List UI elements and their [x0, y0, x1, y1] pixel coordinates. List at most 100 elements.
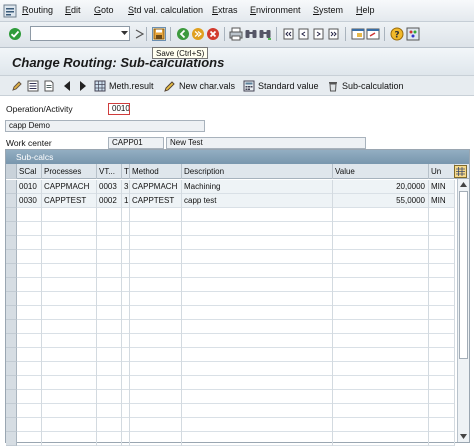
table-row[interactable]	[17, 222, 455, 236]
row-selector[interactable]	[6, 278, 17, 292]
menu-environment[interactable]: Environment	[250, 5, 301, 15]
table-row[interactable]	[17, 306, 455, 320]
row-selector[interactable]	[6, 376, 17, 390]
row-selector[interactable]	[6, 418, 17, 432]
print-icon[interactable]	[229, 27, 243, 41]
cell-un[interactable]: MIN	[429, 180, 455, 194]
pencil-edit-icon[interactable]	[11, 80, 23, 92]
next-page-icon[interactable]	[312, 27, 326, 41]
back-icon[interactable]	[176, 27, 190, 41]
table-row[interactable]	[17, 376, 455, 390]
column-header-processes[interactable]: Processes	[42, 164, 97, 179]
menu-std-val-calculation[interactable]: Std val. calculation	[128, 5, 203, 15]
row-selector[interactable]	[6, 404, 17, 418]
overview-icon[interactable]	[27, 80, 39, 92]
row-selector[interactable]	[6, 208, 17, 222]
find-icon[interactable]	[244, 27, 258, 41]
table-row[interactable]	[17, 264, 455, 278]
row-selector[interactable]	[6, 222, 17, 236]
exit-icon[interactable]	[191, 27, 205, 41]
cell-method[interactable]: CAPPTEST	[130, 194, 182, 208]
command-field[interactable]	[30, 26, 122, 41]
cell-processes[interactable]: CAPPMACH	[42, 180, 97, 194]
cell-scal[interactable]: 0010	[17, 180, 42, 194]
table-row[interactable]	[17, 348, 455, 362]
cell-vt[interactable]: 0002	[97, 194, 122, 208]
previous-page-icon[interactable]	[297, 27, 311, 41]
cell-description[interactable]: Machining	[182, 180, 333, 194]
document-icon[interactable]	[43, 80, 55, 92]
row-selector[interactable]	[6, 194, 17, 208]
table-row[interactable]	[17, 278, 455, 292]
cell-value[interactable]: 55,0000	[333, 194, 429, 208]
row-selector[interactable]	[6, 292, 17, 306]
row-selector[interactable]	[6, 180, 17, 194]
table-row[interactable]	[17, 362, 455, 376]
cell-value[interactable]: 20,0000	[333, 180, 429, 194]
cell-method[interactable]: CAPPMACH	[130, 180, 182, 194]
save-icon[interactable]	[152, 27, 166, 41]
table-row[interactable]	[17, 390, 455, 404]
column-header-scal[interactable]: SCal	[17, 164, 42, 179]
row-selector[interactable]	[6, 250, 17, 264]
enter-check-icon[interactable]	[8, 27, 22, 41]
table-row[interactable]	[17, 334, 455, 348]
cell-description[interactable]: capp test	[182, 194, 333, 208]
first-page-icon[interactable]	[282, 27, 296, 41]
command-arrow-icon[interactable]	[133, 27, 147, 41]
table-row[interactable]	[17, 250, 455, 264]
cell-un[interactable]: MIN	[429, 194, 455, 208]
row-selector[interactable]	[6, 334, 17, 348]
table-row[interactable]	[17, 418, 455, 432]
vertical-scrollbar[interactable]	[457, 179, 469, 442]
customize-layout-icon[interactable]	[406, 27, 420, 41]
sap-window-icon[interactable]	[3, 4, 17, 18]
row-selector[interactable]	[6, 236, 17, 250]
menu-routing[interactable]: Routing	[22, 5, 53, 15]
command-field-dropdown[interactable]	[120, 26, 130, 41]
scroll-down-icon[interactable]	[458, 431, 469, 442]
select-all-cell[interactable]	[6, 164, 17, 179]
standard-value-button[interactable]: Standard value	[243, 79, 319, 93]
column-header-description[interactable]: Description	[182, 164, 333, 179]
menu-extras[interactable]: Extras	[212, 5, 238, 15]
column-header-method[interactable]: Method	[130, 164, 182, 179]
cell-vt[interactable]: 0003	[97, 180, 122, 194]
row-selector[interactable]	[6, 264, 17, 278]
row-selector[interactable]	[6, 362, 17, 376]
row-selector[interactable]	[6, 306, 17, 320]
help-icon[interactable]: ?	[390, 27, 404, 41]
cell-t[interactable]: 1	[122, 194, 130, 208]
shortcut-icon[interactable]	[366, 27, 380, 41]
sub-calculation-button[interactable]: Sub-calculation	[327, 79, 404, 93]
table-row[interactable]	[17, 320, 455, 334]
table-settings-icon[interactable]	[454, 165, 467, 178]
menu-system[interactable]: System	[313, 5, 343, 15]
table-row[interactable]	[17, 236, 455, 250]
menu-goto[interactable]: Goto	[94, 5, 114, 15]
menu-help[interactable]: Help	[356, 5, 375, 15]
table-row[interactable]	[17, 404, 455, 418]
cancel-icon[interactable]	[206, 27, 220, 41]
column-header-t[interactable]: T	[122, 164, 130, 179]
cell-t[interactable]: 3	[122, 180, 130, 194]
menu-edit[interactable]: Edit	[65, 5, 81, 15]
table-row[interactable]	[17, 208, 455, 222]
row-selector[interactable]	[6, 320, 17, 334]
row-selector[interactable]	[6, 348, 17, 362]
table-row[interactable]: 0030 CAPPTEST 0002 1 CAPPTEST capp test 55,000…	[17, 194, 455, 208]
scroll-up-icon[interactable]	[458, 179, 469, 190]
cell-processes[interactable]: CAPPTEST	[42, 194, 97, 208]
column-header-value[interactable]: Value	[333, 164, 429, 179]
row-selector[interactable]	[6, 390, 17, 404]
create-session-icon[interactable]	[351, 27, 365, 41]
previous-arrow-icon[interactable]	[61, 80, 73, 92]
column-header-un[interactable]: Un	[429, 164, 455, 179]
meth-result-button[interactable]: Meth.result	[94, 79, 154, 93]
next-arrow-icon[interactable]	[77, 80, 89, 92]
work-center-field[interactable]: CAPP01	[108, 137, 164, 149]
operation-description-field[interactable]: capp Demo	[5, 120, 205, 132]
operation-activity-field[interactable]: 0010	[108, 103, 130, 115]
column-header-vt[interactable]: VT...	[97, 164, 122, 179]
new-char-vals-button[interactable]: New char.vals	[164, 79, 235, 93]
